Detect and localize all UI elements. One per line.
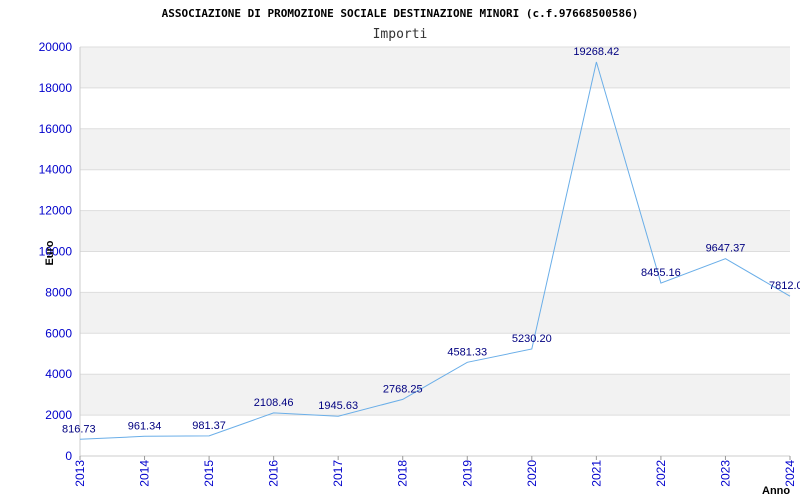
data-label: 1945.63	[318, 400, 358, 412]
x-tick-label: 2020	[525, 460, 539, 487]
y-tick-label: 20000	[39, 40, 73, 54]
x-tick-label: 2014	[138, 460, 152, 487]
y-tick-label: 12000	[39, 204, 73, 218]
data-label: 4581.33	[447, 346, 487, 358]
grid-band	[80, 169, 790, 211]
grid-band	[80, 333, 790, 375]
y-tick-label: 2000	[45, 408, 72, 422]
data-label: 961.34	[128, 420, 162, 432]
chart-subtitle: Importi	[373, 27, 428, 42]
y-tick-label: 0	[65, 449, 72, 463]
data-label: 19268.42	[573, 46, 619, 58]
grid-band	[80, 128, 790, 170]
y-tick-label: 16000	[39, 122, 73, 136]
x-axis-label: Anno	[762, 485, 790, 497]
y-tick-label: 8000	[45, 285, 72, 299]
x-tick-label: 2021	[589, 460, 603, 487]
grid-band	[80, 87, 790, 129]
grid-band	[80, 292, 790, 334]
chart-title: ASSOCIAZIONE DI PROMOZIONE SOCIALE DESTI…	[162, 7, 639, 20]
y-tick-label: 18000	[39, 81, 73, 95]
x-tick-label: 2013	[73, 460, 87, 487]
x-tick-label: 2017	[331, 460, 345, 487]
x-tick-label: 2022	[654, 460, 668, 487]
data-label: 7812.0	[769, 280, 800, 292]
x-tick-label: 2024	[783, 460, 797, 487]
y-tick-label: 14000	[39, 163, 73, 177]
data-label: 981.37	[192, 420, 226, 432]
x-axis-ticks: 2013 2014 2015 2016 2017 2018 2019 2020 2021 2022…	[73, 456, 797, 487]
grid-band	[80, 210, 790, 252]
y-tick-label: 4000	[45, 367, 72, 381]
data-label: 8455.16	[641, 267, 681, 279]
x-tick-label: 2016	[267, 460, 281, 487]
x-tick-label: 2019	[460, 460, 474, 487]
x-tick-label: 2015	[202, 460, 216, 487]
grid-band	[80, 47, 790, 88]
x-tick-label: 2023	[718, 460, 732, 487]
data-label: 2108.46	[254, 397, 294, 409]
data-label: 816.73	[62, 423, 96, 435]
data-label: 5230.20	[512, 333, 552, 345]
y-axis-label: Euro	[44, 240, 56, 265]
line-chart: ASSOCIAZIONE DI PROMOZIONE SOCIALE DESTI…	[39, 7, 800, 497]
y-tick-label: 6000	[45, 326, 72, 340]
data-label: 2768.25	[383, 383, 423, 395]
x-tick-label: 2018	[396, 460, 410, 487]
grid-band	[80, 251, 790, 293]
data-label: 9647.37	[706, 243, 746, 255]
